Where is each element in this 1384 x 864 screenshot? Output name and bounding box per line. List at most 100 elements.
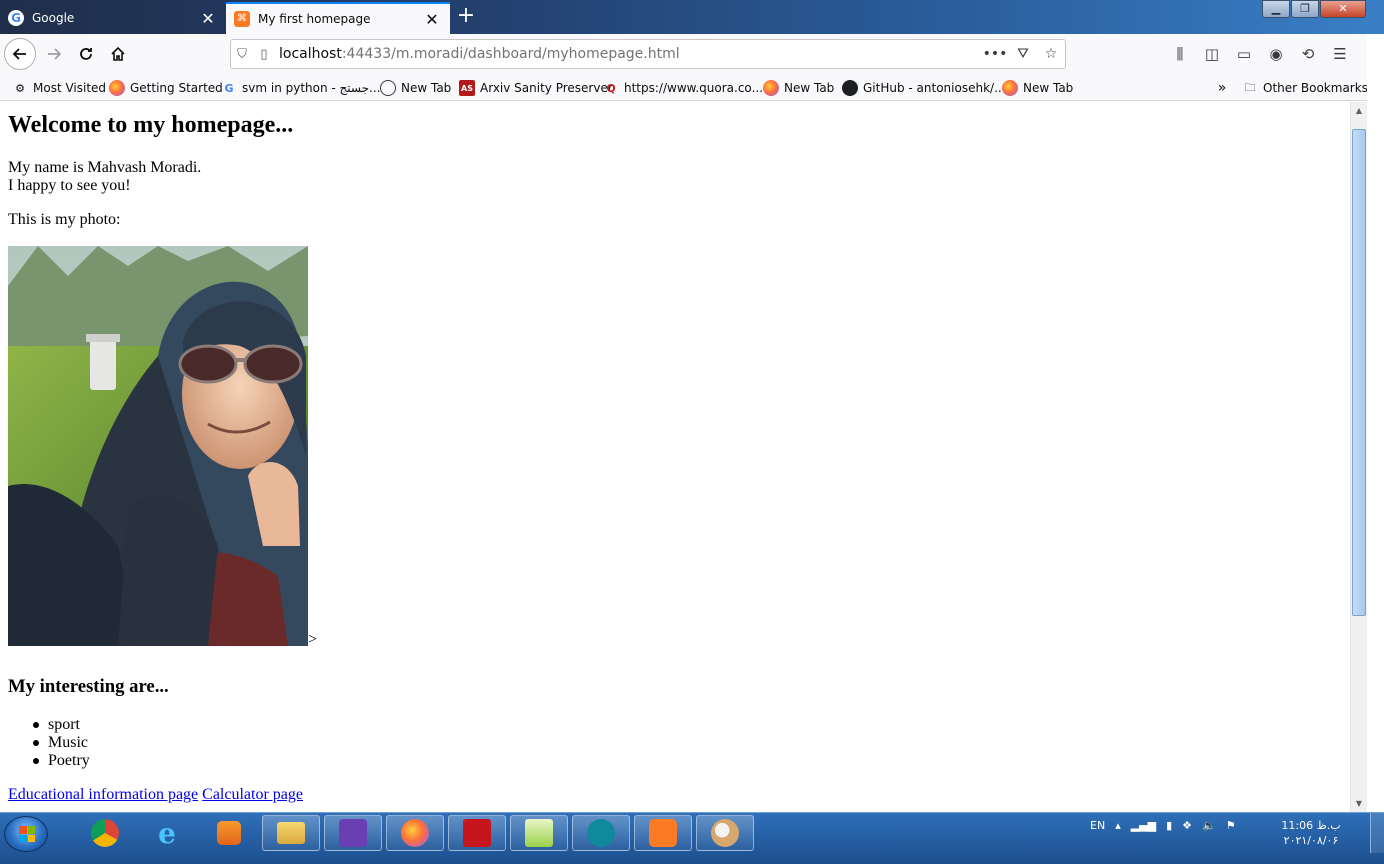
photo-label: This is my photo: bbox=[8, 211, 121, 228]
bookmark-new-tab[interactable]: New Tab bbox=[1002, 78, 1073, 98]
home-button[interactable] bbox=[102, 38, 134, 70]
bookmark-other-bookmarks[interactable]: 🗀 Other Bookmarks bbox=[1242, 78, 1368, 98]
clock[interactable]: 11:06 ب.ظ ۲۰۲۱/۰۸/۰۶ bbox=[1278, 818, 1344, 848]
taskbar-file-explorer[interactable] bbox=[262, 815, 320, 851]
reload-icon bbox=[80, 48, 92, 60]
bookmark-new-tab[interactable]: New Tab bbox=[763, 78, 834, 98]
action-center-icon[interactable]: ⚑ bbox=[1226, 819, 1236, 832]
taskbar-firefox[interactable] bbox=[386, 815, 444, 851]
dropbox-icon[interactable]: ❖ bbox=[1182, 819, 1192, 832]
bookmark-most-visited[interactable]: ⚙ Most Visited bbox=[12, 78, 106, 98]
close-window-button[interactable]: ✕ bbox=[1320, 0, 1366, 18]
list-item: Poetry bbox=[32, 752, 90, 770]
clock-date: ۲۰۲۱/۰۸/۰۶ bbox=[1283, 834, 1339, 847]
close-tab-icon[interactable]: ✕ bbox=[196, 9, 220, 28]
network-signal-icon[interactable]: ▂▄▆ bbox=[1131, 819, 1156, 832]
tray-overflow-icon[interactable]: ▴ bbox=[1115, 819, 1121, 832]
bookmarks-overflow-button[interactable]: » bbox=[1214, 78, 1235, 98]
reader-icon[interactable]: ▭ bbox=[1228, 40, 1260, 68]
file-explorer-icon bbox=[277, 822, 305, 844]
url-host: localhost bbox=[279, 46, 342, 62]
toolbar-right: ⫼ ◫ ▭ ◉ ⟲ ☰ bbox=[1164, 40, 1356, 68]
page-heading: Welcome to my homepage... bbox=[8, 112, 294, 138]
bookmark-github[interactable]: GitHub - antoniosehk/... bbox=[842, 78, 1006, 98]
taskbar-media-player[interactable] bbox=[200, 815, 258, 851]
google-g-icon: G bbox=[8, 10, 24, 26]
show-desktop-button[interactable] bbox=[1370, 813, 1384, 853]
bookmark-label: GitHub - antoniosehk/... bbox=[863, 81, 1006, 95]
intro-name: My name is Mahvash Moradi. bbox=[8, 159, 202, 176]
profile-photo bbox=[8, 246, 308, 646]
taskbar-notepad-plus-plus[interactable] bbox=[510, 815, 568, 851]
maximize-button[interactable]: ❐ bbox=[1291, 0, 1319, 18]
firefox-icon bbox=[1002, 80, 1018, 96]
minimize-button[interactable]: ▁ bbox=[1262, 0, 1290, 18]
taskbar-xampp[interactable] bbox=[634, 815, 692, 851]
back-button[interactable] bbox=[4, 38, 36, 70]
globe-icon bbox=[380, 80, 396, 96]
address-bar[interactable]: ⛉ ▯ localhost:44433/m.moradi/dashboard/m… bbox=[230, 39, 1066, 69]
scroll-up-arrow-icon[interactable]: ▲ bbox=[1351, 102, 1367, 119]
taskbar-acrobat[interactable] bbox=[448, 815, 506, 851]
url-text[interactable]: localhost:44433/m.moradi/dashboard/myhom… bbox=[279, 46, 981, 62]
bookmark-quora[interactable]: Q https://www.quora.co... bbox=[603, 78, 763, 98]
bookmark-label: New Tab bbox=[784, 81, 835, 95]
taskbar-edge[interactable] bbox=[572, 815, 630, 851]
tab-my-first-homepage[interactable]: ⌘ My first homepage ✕ bbox=[226, 2, 450, 34]
vertical-scrollbar[interactable]: ▲ ▼ bbox=[1350, 102, 1367, 812]
pocket-icon[interactable]: ⛛ bbox=[1009, 46, 1037, 62]
calculator-link[interactable]: Calculator page bbox=[202, 786, 303, 803]
windows-taskbar: e EN ▴ ▂▄▆ ▮ ❖ 🔈 ⚑ 11:06 ب.ظ ۲۰۲۱/۰۸/۰۶ bbox=[0, 812, 1384, 864]
notepad-plus-plus-icon bbox=[525, 819, 553, 847]
bookmark-svm-in-python[interactable]: G svm in python - جستج... bbox=[221, 78, 381, 98]
close-tab-icon[interactable]: ✕ bbox=[420, 10, 444, 29]
new-tab-button[interactable]: + bbox=[452, 4, 480, 30]
account-icon[interactable]: ◉ bbox=[1260, 40, 1292, 68]
url-path: :44433/m.moradi/dashboard/myhomepage.htm… bbox=[341, 46, 680, 62]
menu-icon[interactable]: ☰ bbox=[1324, 40, 1356, 68]
language-indicator[interactable]: EN bbox=[1090, 819, 1105, 832]
window-edge bbox=[1367, 34, 1384, 812]
back-arrow-icon bbox=[12, 48, 26, 60]
more-icon[interactable]: ••• bbox=[981, 46, 1009, 62]
bookmark-getting-started[interactable]: Getting Started bbox=[109, 78, 223, 98]
interests-heading: My interesting are... bbox=[8, 676, 169, 697]
power-icon[interactable]: ▮ bbox=[1166, 819, 1172, 832]
system-tray: EN ▴ ▂▄▆ ▮ ❖ 🔈 ⚑ bbox=[1090, 819, 1246, 832]
scroll-thumb[interactable] bbox=[1352, 129, 1366, 616]
star-icon[interactable]: ☆ bbox=[1037, 46, 1065, 62]
bookmark-arxiv-sanity[interactable]: AS Arxiv Sanity Preserver bbox=[459, 78, 613, 98]
educational-info-link[interactable]: Educational information page bbox=[8, 786, 198, 803]
github-icon bbox=[842, 80, 858, 96]
shield-icon[interactable]: ⛉ bbox=[231, 47, 253, 62]
reload-button[interactable] bbox=[70, 38, 102, 70]
firefox-icon bbox=[763, 80, 779, 96]
forward-button[interactable] bbox=[38, 38, 70, 70]
tab-google[interactable]: G Google ✕ bbox=[0, 2, 226, 34]
scroll-down-arrow-icon[interactable]: ▼ bbox=[1351, 795, 1367, 812]
taskbar-visual-studio[interactable] bbox=[324, 815, 382, 851]
media-player-icon bbox=[217, 821, 241, 845]
bookmarks-toolbar: ⚙ Most Visited Getting Started G svm in … bbox=[0, 74, 1384, 101]
paint-icon bbox=[711, 819, 739, 847]
taskbar-internet-explorer[interactable]: e bbox=[138, 815, 196, 851]
page-icon[interactable]: ▯ bbox=[253, 47, 275, 62]
tab-title: Google bbox=[32, 11, 75, 25]
sidebar-icon[interactable]: ◫ bbox=[1196, 40, 1228, 68]
chevron-double-right-icon: » bbox=[1217, 80, 1227, 96]
home-icon bbox=[111, 46, 125, 61]
taskbar-paint[interactable] bbox=[696, 815, 754, 851]
quora-icon: Q bbox=[606, 81, 616, 95]
bookmark-new-tab[interactable]: New Tab bbox=[380, 78, 451, 98]
bookmark-label: New Tab bbox=[401, 81, 452, 95]
sync-icon[interactable]: ⟲ bbox=[1292, 40, 1324, 68]
bookmark-label: Other Bookmarks bbox=[1263, 81, 1368, 95]
library-icon[interactable]: ⫼ bbox=[1164, 40, 1196, 68]
chrome-icon bbox=[91, 819, 119, 847]
start-button[interactable] bbox=[4, 816, 48, 852]
bookmark-label: svm in python - جستج... bbox=[242, 81, 381, 95]
volume-icon[interactable]: 🔈 bbox=[1202, 819, 1216, 832]
taskbar-chrome[interactable] bbox=[76, 815, 134, 851]
gear-icon: ⚙ bbox=[15, 81, 25, 95]
list-item: sport bbox=[32, 716, 90, 734]
